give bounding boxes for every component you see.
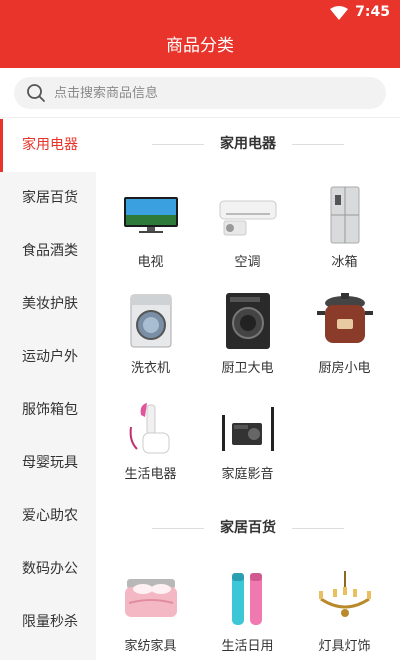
search-bar: [0, 68, 400, 118]
pressure-cooker-icon: [316, 293, 373, 343]
category-item-kitchen-appliances[interactable]: 厨卫大电: [199, 275, 296, 381]
category-item-label: 厨房小电: [318, 361, 371, 376]
page-title: 商品分类: [0, 24, 400, 68]
category-item-lighting[interactable]: 灯具灯饰: [296, 553, 393, 659]
sidebar-item-apparel[interactable]: 服饰箱包: [0, 384, 96, 437]
sidebar-item-sports[interactable]: 运动户外: [0, 331, 96, 384]
divider: [152, 528, 204, 529]
category-item-label: 厨卫大电: [221, 361, 274, 376]
category-item-label: 电视: [137, 255, 164, 270]
search-box[interactable]: [14, 77, 386, 109]
sidebar-item-label: 爱心助农: [22, 508, 78, 524]
divider: [292, 528, 344, 529]
air-conditioner-icon: [219, 200, 276, 236]
divider: [292, 144, 344, 145]
category-item-label: 家纺家具: [124, 639, 177, 654]
home-theater-icon: [221, 407, 274, 451]
category-item-refrigerator[interactable]: 冰箱: [296, 169, 393, 275]
search-icon: [26, 83, 46, 107]
sidebar-item-farm-aid[interactable]: 爱心助农: [0, 490, 96, 543]
category-item-label: 洗衣机: [130, 361, 170, 376]
category-item-label: 家庭影音: [221, 467, 274, 482]
section-header: 家用电器: [96, 119, 400, 169]
category-grid: 电视 空调 冰箱 洗衣机 厨卫大电 厨房小电 生活电器 家庭影音: [96, 169, 400, 487]
sidebar-item-label: 限量秒杀: [22, 614, 78, 630]
category-content: 家用电器 电视 空调 冰箱 洗衣机 厨卫大电 厨房小电 生活电器 家庭影音 家居…: [96, 119, 400, 660]
category-item-bedding-furniture[interactable]: 家纺家具: [102, 553, 199, 659]
category-grid: 家纺家具 生活日用 灯具灯饰: [96, 553, 400, 659]
category-item-air-conditioner[interactable]: 空调: [199, 169, 296, 275]
sidebar-item-baby-toys[interactable]: 母婴玩具: [0, 437, 96, 490]
sidebar-item-label: 食品酒类: [22, 243, 78, 259]
garment-steamer-icon: [129, 403, 169, 454]
sidebar-item-digital-office[interactable]: 数码办公: [0, 543, 96, 596]
washing-machine-icon: [130, 294, 171, 348]
sidebar-item-flash-sale[interactable]: 限量秒杀: [0, 596, 96, 649]
category-item-label: 冰箱: [331, 255, 358, 270]
refrigerator-icon: [330, 186, 359, 244]
section-title: 家用电器: [220, 136, 276, 152]
sidebar-item-label: 运动户外: [22, 349, 78, 365]
section-header: 家居百货: [96, 503, 400, 553]
sidebar-item-label: 家居百货: [22, 190, 78, 206]
sidebar-item-appliances[interactable]: 家用电器: [0, 119, 96, 172]
sidebar-item-label: 数码办公: [22, 561, 78, 577]
category-item-washing-machine[interactable]: 洗衣机: [102, 275, 199, 381]
category-item-home-av[interactable]: 家庭影音: [199, 381, 296, 487]
category-item-small-kitchen[interactable]: 厨房小电: [296, 275, 393, 381]
status-bar: 7:45: [0, 0, 400, 24]
search-input[interactable]: [54, 77, 374, 109]
sidebar-item-label: 母婴玩具: [22, 455, 78, 471]
sidebar-item-beauty[interactable]: 美妆护肤: [0, 278, 96, 331]
category-item-label: 空调: [234, 255, 261, 270]
category-item-label: 生活日用: [221, 639, 274, 654]
category-sidebar: 家用电器 家居百货 食品酒类 美妆护肤 运动户外 服饰箱包 母婴玩具 爱心助农 …: [0, 119, 96, 660]
kitchen-appliance-icon: [225, 293, 270, 349]
category-item-label: 灯具灯饰: [318, 639, 371, 654]
category-item-daily-use[interactable]: 生活日用: [199, 553, 296, 659]
sidebar-item-food-drinks[interactable]: 食品酒类: [0, 225, 96, 278]
tv-icon: [123, 197, 178, 233]
category-item-life-appliances[interactable]: 生活电器: [102, 381, 199, 487]
sidebar-item-label: 家用电器: [22, 137, 78, 153]
bedding-icon: [124, 579, 177, 617]
chandelier-icon: [318, 571, 371, 617]
wifi-icon: [330, 5, 348, 24]
sidebar-item-label: 美妆护肤: [22, 296, 78, 312]
category-item-label: 生活电器: [124, 467, 177, 482]
category-item-tv[interactable]: 电视: [102, 169, 199, 275]
divider: [152, 144, 204, 145]
thermos-icon: [231, 573, 262, 625]
sidebar-item-label: 服饰箱包: [22, 402, 78, 418]
sidebar-item-home-goods[interactable]: 家居百货: [0, 172, 96, 225]
section-title: 家居百货: [220, 520, 276, 536]
clock: 7:45: [355, 4, 390, 20]
